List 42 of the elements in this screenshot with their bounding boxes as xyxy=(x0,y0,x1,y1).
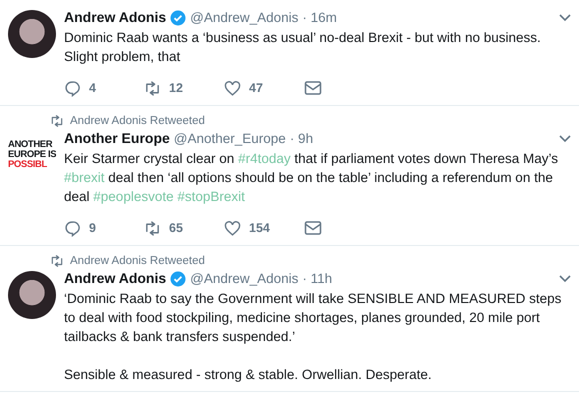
like-button[interactable]: 154 xyxy=(224,220,304,236)
tweet-time[interactable]: · 9h xyxy=(290,129,314,148)
envelope-icon xyxy=(304,220,322,236)
retweet-icon xyxy=(144,80,161,96)
retweet-button[interactable]: 12 xyxy=(144,80,224,96)
retweet-button[interactable]: 65 xyxy=(144,220,224,236)
heart-icon xyxy=(224,80,241,96)
reply-count: 9 xyxy=(89,221,96,235)
reply-button[interactable]: 4 xyxy=(64,80,144,96)
like-button[interactable]: 47 xyxy=(224,80,304,96)
author-name[interactable]: Andrew Adonis xyxy=(64,269,166,288)
tweet-text: Dominic Raab wants a ‘business as usual’ no-deal Brexit - but with no business. Slight problem, that xyxy=(64,29,542,66)
envelope-icon xyxy=(304,80,322,96)
retweet-count: 65 xyxy=(169,221,183,235)
chevron-down-icon[interactable] xyxy=(559,274,571,282)
tweet-text: Keir Starmer crystal clear on #r4today that if parliament votes down Theresa May’s #brexit deal then ‘all options should be on the table’ including a referendum on the deal #peoplesvote #stopBrexit xyxy=(64,150,559,206)
heart-icon xyxy=(224,220,241,236)
author-handle[interactable]: @Another_Europe xyxy=(174,129,286,148)
retweet-icon xyxy=(50,114,64,128)
reply-icon xyxy=(64,220,81,236)
reply-button[interactable]: 9 xyxy=(64,220,144,236)
like-count: 47 xyxy=(249,81,263,95)
author-handle[interactable]: @Andrew_Adonis xyxy=(190,269,298,288)
avatar-photo-placeholder[interactable] xyxy=(8,271,56,319)
tweet-time[interactable]: · 11h xyxy=(302,269,332,288)
avatar-photo-placeholder[interactable] xyxy=(8,10,56,58)
retweeted-label: Andrew Adonis Retweeted xyxy=(70,115,205,127)
chevron-down-icon[interactable] xyxy=(559,14,571,22)
reply-count: 4 xyxy=(89,81,96,95)
author-name[interactable]: Another Europe xyxy=(64,129,170,148)
tweet-text: ‘Dominic Raab to say the Government will take SENSIBLE AND MEASURED steps to deal with food stockpiling, medicine shortages, planes grounded, 20 mile port tailbacks & bank transfers suspended.’ xyxy=(64,290,562,346)
tweet-text: Sensible & measured - strong & stable. Orwellian. Desperate. xyxy=(64,366,433,384)
reply-icon xyxy=(64,80,81,96)
retweeted-label: Andrew Adonis Retweeted xyxy=(70,255,205,267)
like-count: 154 xyxy=(249,221,270,235)
chevron-down-icon[interactable] xyxy=(559,134,571,142)
retweet-icon xyxy=(144,220,161,236)
retweet-count: 12 xyxy=(169,81,183,95)
author-name[interactable]: Andrew Adonis xyxy=(64,8,166,27)
author-handle[interactable]: @Andrew_Adonis xyxy=(190,8,298,27)
tweet-time[interactable]: · 16m xyxy=(302,8,337,27)
retweet-icon xyxy=(50,254,64,268)
